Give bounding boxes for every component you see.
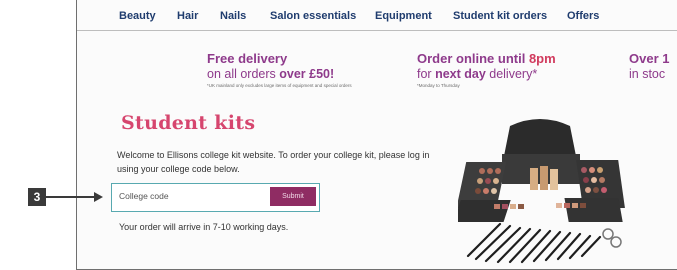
promo-stock: Over 1 in stoc (629, 51, 669, 81)
promo-free-delivery-threshold: over £50! (279, 67, 335, 81)
nav-item-student-kit-orders[interactable]: Student kit orders (453, 10, 547, 22)
promo-stock-title: Over 1 (629, 51, 670, 66)
nav-item-beauty[interactable]: Beauty (119, 10, 156, 22)
promo-free-delivery-text: on all orders (207, 67, 280, 81)
intro-text: Welcome to Ellisons college kit website.… (117, 150, 430, 174)
main-nav: Beauty Hair Nails Salon essentials Equip… (77, 6, 677, 26)
college-code-form: Submit (111, 183, 320, 212)
callout-arrow-head (94, 192, 103, 202)
promo-order-online-fine-print: *Monday to Thursday (417, 83, 460, 88)
college-code-input[interactable] (115, 187, 271, 205)
promo-order-online: Order online until 8pm for next day deli… (417, 51, 556, 88)
nav-item-nails[interactable]: Nails (220, 10, 246, 22)
promo-free-delivery-title: Free delivery (207, 51, 288, 66)
promo-free-delivery-fine-print: *UK mainland only excludes large items o… (207, 83, 352, 88)
callout-number-badge: 3 (28, 188, 46, 206)
promo-stock-text: in stoc (629, 67, 666, 81)
nav-item-equipment[interactable]: Equipment (375, 10, 432, 22)
nav-item-salon-essentials[interactable]: Salon essentials (270, 10, 356, 22)
submit-button[interactable]: Submit (270, 187, 316, 206)
delivery-time-note: Your order will arrive in 7-10 working d… (119, 222, 289, 232)
promo-free-delivery: Free delivery on all orders over £50! *U… (207, 51, 352, 88)
promo-order-online-time: 8pm (528, 51, 556, 66)
page-title: Student kits (121, 112, 256, 134)
nav-divider (77, 30, 677, 31)
student-kit-image (458, 116, 628, 264)
promo-order-online-title: Order online until (417, 51, 529, 66)
nav-item-hair[interactable]: Hair (177, 10, 198, 22)
promo-order-online-next-day: next day (435, 67, 486, 81)
promo-order-online-for: for (417, 67, 436, 81)
promo-order-online-delivery: delivery* (485, 67, 538, 81)
callout-arrow-line (46, 196, 96, 198)
nav-item-offers[interactable]: Offers (567, 10, 599, 22)
